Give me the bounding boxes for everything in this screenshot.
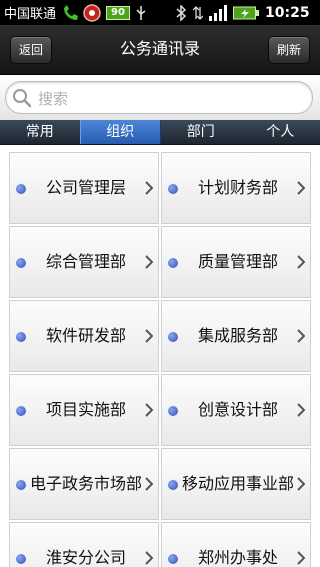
bullet-dot-icon — [168, 258, 178, 268]
department-item[interactable]: 淮安分公司 — [9, 522, 159, 567]
status-bar: 中国联通 90 10:25 — [0, 0, 320, 25]
battery-charging-icon — [233, 6, 260, 20]
department-item[interactable]: 综合管理部 — [9, 226, 159, 298]
department-label: 软件研发部 — [45, 326, 126, 345]
missed-call-icon — [82, 3, 102, 23]
tab-common[interactable]: 常用 — [0, 120, 80, 144]
department-label: 计划财务部 — [197, 178, 278, 197]
title-bar: 返回 公务通讯录 刷新 — [0, 25, 320, 75]
department-label: 创意设计部 — [197, 400, 278, 419]
search-input[interactable] — [36, 86, 300, 112]
department-item[interactable]: 计划财务部 — [161, 152, 311, 224]
department-label: 综合管理部 — [45, 252, 126, 271]
tab-personal[interactable]: 个人 — [241, 120, 320, 144]
bluetooth-icon — [175, 4, 187, 21]
chevron-right-icon — [297, 551, 305, 565]
department-label: 移动应用事业部 — [182, 474, 295, 493]
chevron-right-icon — [145, 551, 153, 565]
app-screen: 中国联通 90 10:25 返回 公务通讯录 刷新 搜索 常用 组织 部门 个人… — [0, 0, 320, 567]
department-item[interactable]: 项目实施部 — [9, 374, 159, 446]
chevron-right-icon — [145, 403, 153, 417]
department-item[interactable]: 集成服务部 — [161, 300, 311, 372]
department-item[interactable]: 创意设计部 — [161, 374, 311, 446]
chevron-right-icon — [145, 255, 153, 269]
bullet-dot-icon — [168, 332, 178, 342]
department-item[interactable]: 郑州办事处 — [161, 522, 311, 567]
chevron-right-icon — [297, 403, 305, 417]
phone-call-icon — [62, 4, 80, 21]
chevron-right-icon — [297, 255, 305, 269]
department-item[interactable]: 公司管理层 — [9, 152, 159, 224]
clock: 10:25 — [265, 4, 310, 21]
department-item[interactable]: 电子政务市场部 — [9, 448, 159, 520]
department-list: 公司管理层 计划财务部 综合管理部 质量管理部 软件研发部 集成服务部 项目实施… — [0, 145, 320, 567]
refresh-button[interactable]: 刷新 — [267, 36, 310, 64]
bullet-dot-icon — [16, 332, 26, 342]
department-item[interactable]: 质量管理部 — [161, 226, 311, 298]
tab-organization[interactable]: 组织 — [79, 120, 161, 144]
department-item[interactable]: 移动应用事业部 — [161, 448, 311, 520]
chevron-right-icon — [297, 181, 305, 195]
bullet-dot-icon — [16, 480, 26, 490]
tab-department[interactable]: 部门 — [161, 120, 241, 144]
bullet-dot-icon — [16, 184, 26, 194]
department-label: 项目实施部 — [45, 400, 126, 419]
search-icon — [12, 88, 32, 108]
bullet-dot-icon — [16, 554, 26, 564]
bullet-dot-icon — [168, 554, 178, 564]
usb-icon — [135, 5, 147, 20]
bullet-dot-icon — [16, 258, 26, 268]
bullet-dot-icon — [168, 406, 178, 416]
data-transfer-icon — [193, 5, 204, 21]
bullet-dot-icon — [16, 406, 26, 416]
department-item[interactable]: 软件研发部 — [9, 300, 159, 372]
bullet-dot-icon — [168, 184, 178, 194]
department-label: 淮安分公司 — [45, 548, 126, 567]
carrier-name: 中国联通 — [4, 7, 57, 22]
department-label: 质量管理部 — [197, 252, 278, 271]
chevron-right-icon — [145, 477, 153, 491]
department-label: 郑州办事处 — [197, 548, 278, 567]
bullet-dot-icon — [168, 480, 178, 490]
battery-level-badge: 90 — [106, 5, 131, 20]
department-label: 公司管理层 — [45, 178, 126, 197]
signal-strength-icon — [209, 4, 228, 21]
search-bar — [0, 75, 320, 120]
chevron-right-icon — [145, 181, 153, 195]
search-box[interactable] — [5, 81, 313, 114]
tab-bar: 常用 组织 部门 个人 — [0, 120, 320, 145]
department-grid: 公司管理层 计划财务部 综合管理部 质量管理部 软件研发部 集成服务部 项目实施… — [9, 152, 311, 567]
chevron-right-icon — [297, 329, 305, 343]
department-label: 电子政务市场部 — [30, 474, 143, 493]
chevron-right-icon — [145, 329, 153, 343]
chevron-right-icon — [297, 477, 305, 491]
department-label: 集成服务部 — [197, 326, 278, 345]
